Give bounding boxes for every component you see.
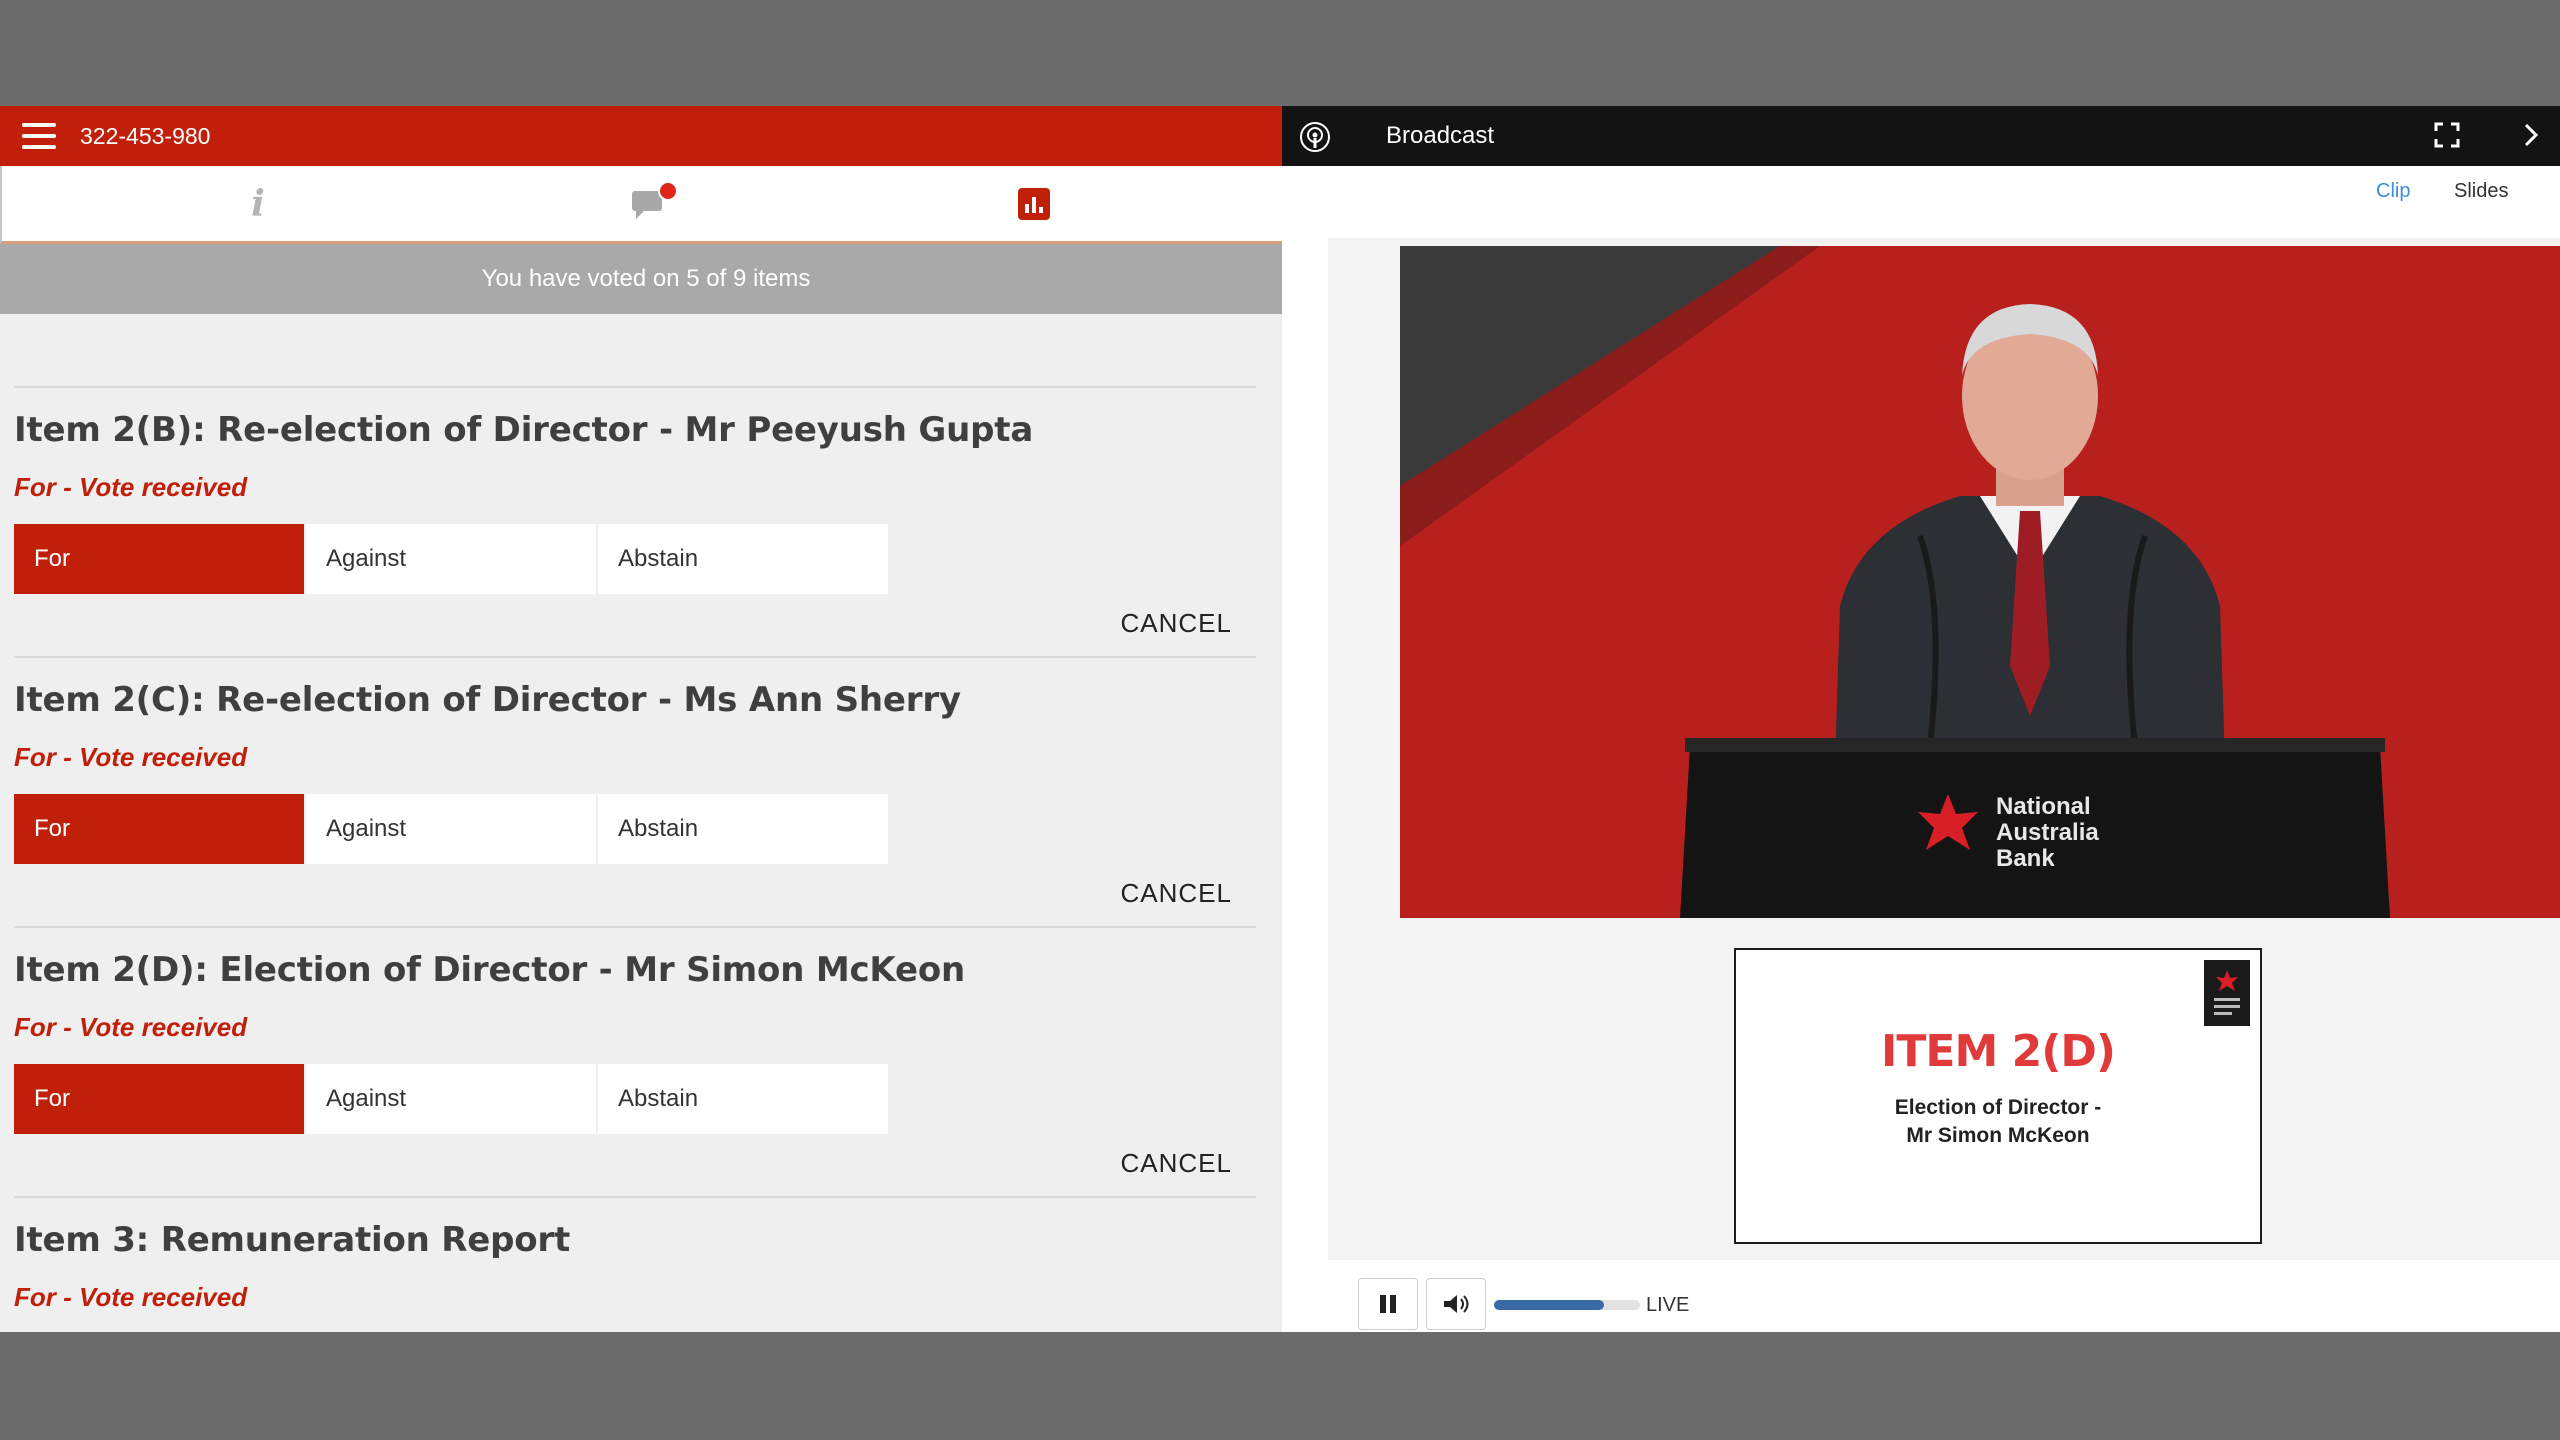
cancel-vote-button[interactable]: CANCEL (1121, 608, 1232, 639)
vote-status: For - Vote received (14, 472, 248, 502)
speaker-icon (1444, 1295, 1469, 1313)
resolution-item: Item 2(B): Re-election of Director - Mr … (14, 386, 1256, 656)
vote-options: For Against Abstain (14, 1064, 888, 1134)
player-controls: LIVE (1282, 1260, 2560, 1332)
resolution-item: Item 3: Remuneration Report For - Vote re… (14, 1196, 1256, 1332)
podium-brand-line2: Australia (1996, 819, 2099, 846)
view-tabs: Clip Slides (1282, 176, 2560, 216)
live-indicator: LIVE (1646, 1294, 1690, 1316)
tab-slides[interactable]: Slides (2454, 180, 2508, 203)
tab-bar: i (0, 166, 1282, 244)
top-bar: 322-453-980 (0, 106, 1282, 166)
vote-for-button[interactable]: For (14, 524, 304, 594)
pause-button[interactable] (1358, 1278, 1418, 1330)
slide-subtitle-2: Mr Simon McKeon (1906, 1124, 2090, 1147)
resolution-title: Item 2(B): Re-election of Director - Mr … (14, 410, 1034, 450)
cancel-vote-button[interactable]: CANCEL (1121, 1148, 1232, 1179)
info-icon: i (251, 182, 265, 225)
vote-for-button[interactable]: For (14, 794, 304, 864)
volume-button[interactable] (1426, 1278, 1486, 1330)
vote-options: For Against Abstain (14, 794, 888, 864)
broadcast-panel: Broadcast Clip Slides National Australia… (1282, 106, 2560, 1332)
tab-info[interactable]: i (158, 166, 358, 241)
volume-slider[interactable] (1494, 1300, 1640, 1310)
vote-against-button[interactable]: Against (306, 1064, 596, 1134)
cancel-vote-button[interactable]: CANCEL (1121, 878, 1232, 909)
slide-heading: ITEM 2(D) (1881, 1026, 2116, 1077)
resolution-list: Item 2(B): Re-election of Director - Mr … (14, 386, 1256, 1332)
resolution-title: Item 3: Remuneration Report (14, 1220, 571, 1260)
podium-brand-line3: Bank (1996, 845, 2055, 872)
video-player[interactable]: National Australia Bank (1400, 246, 2560, 918)
meeting-id: 322-453-980 (80, 122, 211, 149)
resolution-item: Item 2(D): Election of Director - Mr Sim… (14, 926, 1256, 1196)
broadcast-icon (1300, 122, 1330, 152)
broadcast-title: Broadcast (1386, 122, 1495, 149)
tab-messages[interactable] (550, 166, 750, 241)
chevron-right-icon[interactable] (2516, 120, 2546, 150)
resolution-title: Item 2(D): Election of Director - Mr Sim… (14, 950, 965, 990)
voting-panel: 322-453-980 i You have voted on 5 of 9 i… (0, 106, 1292, 1332)
vote-against-button[interactable]: Against (306, 524, 596, 594)
vote-status: For - Vote received (14, 742, 248, 772)
slide-subtitle-1: Election of Director - (1894, 1096, 2102, 1119)
vote-status: For - Vote received (14, 1012, 248, 1042)
tab-clip[interactable]: Clip (2376, 180, 2410, 203)
vote-abstain-button[interactable]: Abstain (598, 524, 888, 594)
chat-icon (632, 180, 678, 221)
bar-chart-icon (1018, 187, 1050, 220)
hamburger-menu-icon[interactable] (22, 123, 56, 149)
media-stage: National Australia Bank ITEM 2(D) Electi… (1328, 238, 2560, 1260)
vote-progress-banner: You have voted on 5 of 9 items (0, 244, 1292, 314)
vote-abstain-button[interactable]: Abstain (598, 794, 888, 864)
fullscreen-icon[interactable] (2432, 120, 2462, 150)
podium-brand-line1: National (1996, 793, 2091, 820)
nab-logo-icon (2204, 960, 2250, 1026)
resolution-title: Item 2(C): Re-election of Director - Ms … (14, 680, 961, 720)
vote-status: For - Vote received (14, 1282, 248, 1312)
pause-icon (1380, 1295, 1396, 1313)
tab-voting[interactable] (934, 166, 1134, 241)
volume-slider-fill (1494, 1300, 1604, 1310)
vote-options: For Against Abstain (14, 524, 888, 594)
vote-for-button[interactable]: For (14, 1064, 304, 1134)
vote-abstain-button[interactable]: Abstain (598, 1064, 888, 1134)
notification-dot (658, 180, 678, 201)
resolution-item: Item 2(C): Re-election of Director - Ms … (14, 656, 1256, 926)
vote-against-button[interactable]: Against (306, 794, 596, 864)
slide-preview[interactable]: ITEM 2(D) Election of Director - Mr Simo… (1734, 948, 2262, 1244)
broadcast-bar: Broadcast (1282, 106, 2560, 166)
